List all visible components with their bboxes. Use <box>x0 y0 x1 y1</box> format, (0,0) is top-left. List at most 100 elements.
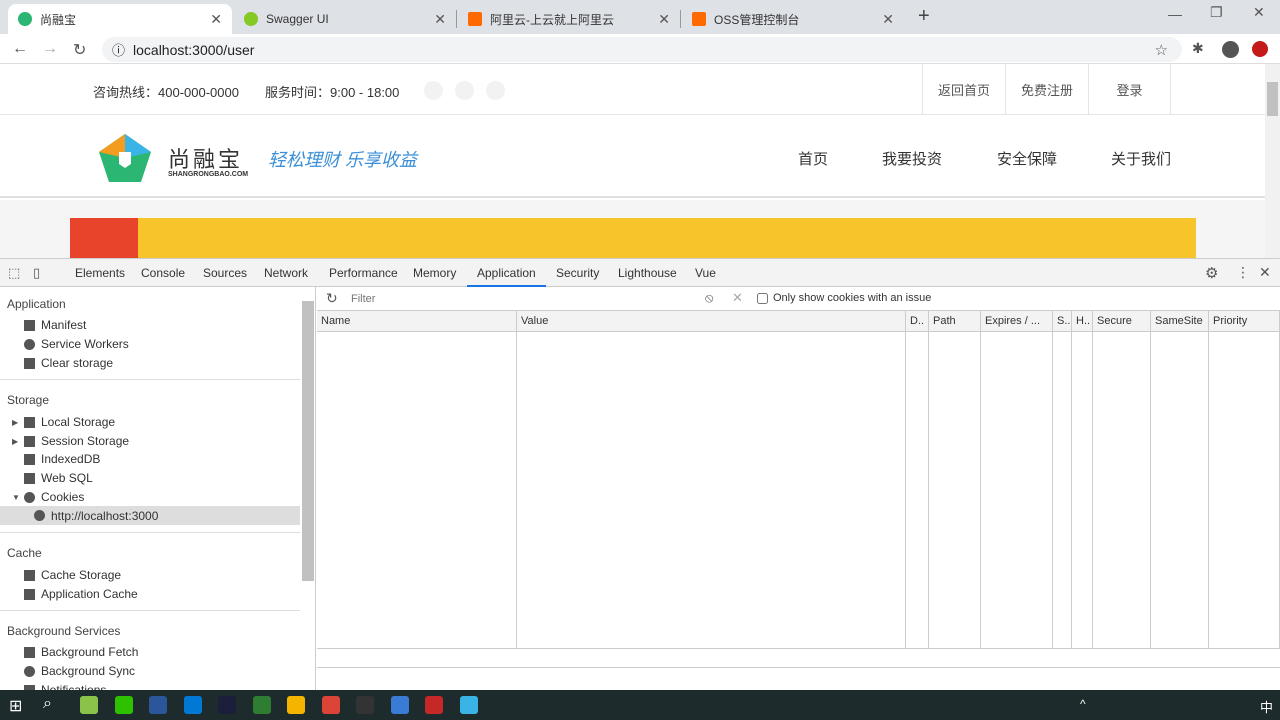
sidebar-item-background-fetch[interactable]: Background Fetch <box>24 643 138 661</box>
nav-about[interactable]: 关于我们 <box>1111 148 1171 169</box>
inspect-element-icon[interactable]: ⬚ <box>8 265 20 281</box>
expand-arrow-icon[interactable]: ▶ <box>12 437 18 446</box>
reload-icon[interactable]: ↻ <box>73 40 86 60</box>
collapse-arrow-icon[interactable]: ▼ <box>12 493 20 502</box>
taskbar-word-icon[interactable] <box>149 696 167 714</box>
column-header[interactable]: D.. <box>906 311 929 332</box>
close-window-button[interactable]: ✕ <box>1253 4 1265 21</box>
sidebar-item-cache-storage[interactable]: Cache Storage <box>24 566 121 584</box>
devtools-tab-sources[interactable]: Sources <box>203 259 247 287</box>
expand-arrow-icon[interactable]: ▶ <box>12 418 18 427</box>
nav-security[interactable]: 安全保障 <box>997 148 1057 169</box>
login-link[interactable]: 登录 <box>1088 64 1171 115</box>
taskbar-app-icon[interactable] <box>80 696 98 714</box>
sidebar-item-web-sql[interactable]: Web SQL <box>24 469 93 487</box>
tab-oss[interactable]: OSS管理控制台 ✕ <box>682 4 904 34</box>
qq-icon[interactable] <box>455 81 474 100</box>
tray-chevron-icon[interactable]: ^ <box>1080 697 1086 711</box>
taskbar-app-icon[interactable] <box>425 696 443 714</box>
promo-banner[interactable] <box>70 218 1196 258</box>
column-header[interactable]: Expires / ... <box>981 311 1053 332</box>
forward-icon[interactable]: → <box>42 40 58 58</box>
devtools-tab-console[interactable]: Console <box>141 259 185 287</box>
sidebar-item-clear-storage[interactable]: Clear storage <box>24 354 113 372</box>
settings-gear-icon[interactable]: ⚙ <box>1205 264 1218 282</box>
sidebar-item-background-sync[interactable]: Background Sync <box>24 662 135 680</box>
checkbox[interactable] <box>757 292 768 304</box>
column-header[interactable]: Path <box>929 311 981 332</box>
page-scrollbar[interactable] <box>1265 64 1280 258</box>
column-header[interactable]: Value <box>517 311 906 332</box>
column-header[interactable]: SameSite <box>1151 311 1209 332</box>
nav-home[interactable]: 首页 <box>798 148 828 169</box>
devtools-tab-performance[interactable]: Performance <box>329 259 398 287</box>
devtools-tab-network[interactable]: Network <box>264 259 308 287</box>
close-tab-icon[interactable]: ✕ <box>882 11 894 28</box>
sidebar-item-cookies[interactable]: ▼ Cookies <box>12 488 84 506</box>
filter-input[interactable] <box>347 290 689 308</box>
taskbar-terminal-icon[interactable] <box>356 696 374 714</box>
grid-icon <box>24 588 35 600</box>
devtools-tab-vue[interactable]: Vue <box>695 259 716 287</box>
cookies-view: ↻ ⦸ ✕ Only show cookies with an issue Na… <box>317 287 1280 691</box>
column-header[interactable]: Name <box>317 311 517 332</box>
nav-invest[interactable]: 我要投资 <box>882 148 942 169</box>
delete-selected-icon[interactable]: ✕ <box>732 290 743 306</box>
search-icon[interactable]: ⌕ <box>43 695 52 713</box>
column-header[interactable]: H.. <box>1072 311 1093 332</box>
new-tab-button[interactable]: + <box>918 5 930 28</box>
tab-shangrongbao[interactable]: 尚融宝 ✕ <box>8 4 232 34</box>
more-options-icon[interactable]: ⋮ <box>1236 264 1250 281</box>
close-tab-icon[interactable]: ✕ <box>210 11 222 28</box>
taskbar-wechat-icon[interactable] <box>114 696 133 714</box>
taskbar-intellij-icon[interactable] <box>218 696 236 714</box>
weibo-icon[interactable] <box>486 81 505 100</box>
device-toolbar-icon[interactable]: ▯ <box>33 265 40 281</box>
bookmark-star-icon[interactable]: ☆ <box>1155 41 1168 59</box>
devtools-tab-security[interactable]: Security <box>556 259 599 287</box>
taskbar-app-icon[interactable] <box>252 696 271 714</box>
register-link[interactable]: 免费注册 <box>1005 64 1088 115</box>
sidebar-item-indexeddb[interactable]: IndexedDB <box>24 450 100 468</box>
taskbar-file-explorer-icon[interactable] <box>287 696 305 714</box>
tab-swagger[interactable]: Swagger UI ✕ <box>234 4 456 34</box>
refresh-icon[interactable]: ↻ <box>326 290 338 307</box>
devtools-tab-application[interactable]: Application <box>467 259 546 287</box>
devtools-tab-memory[interactable]: Memory <box>413 259 456 287</box>
profile-avatar-icon[interactable] <box>1222 41 1239 58</box>
windows-start-icon[interactable]: ⊞ <box>9 696 22 716</box>
close-devtools-icon[interactable]: ✕ <box>1259 264 1271 281</box>
restore-button[interactable]: ❐ <box>1210 4 1223 21</box>
cookie-icon <box>24 491 35 503</box>
sidebar-scrollbar[interactable] <box>302 301 314 581</box>
url-input[interactable]: ⓘ localhost:3000/user ☆ <box>102 37 1182 62</box>
column-header[interactable]: Priority <box>1209 311 1280 332</box>
column-header[interactable]: S.. <box>1053 311 1072 332</box>
sidebar-item-local-storage[interactable]: ▶ Local Storage <box>12 413 115 431</box>
banner-yuan-badge <box>70 218 138 258</box>
only-issues-checkbox[interactable]: Only show cookies with an issue <box>757 292 931 304</box>
taskbar-app-icon[interactable] <box>459 696 478 714</box>
taskbar-vscode-icon[interactable] <box>183 696 202 714</box>
close-tab-icon[interactable]: ✕ <box>434 11 446 28</box>
taskbar-chrome-icon[interactable] <box>321 696 340 714</box>
taskbar-app-icon[interactable] <box>390 696 409 714</box>
tab-aliyun[interactable]: 阿里云-上云就上阿里云 ✕ <box>458 4 680 34</box>
devtools-tab-elements[interactable]: Elements <box>75 259 125 287</box>
sidebar-item-session-storage[interactable]: ▶ Session Storage <box>12 432 129 450</box>
extensions-icon[interactable]: ✱ <box>1192 40 1204 57</box>
sidebar-item-cookie-localhost[interactable]: http://localhost:3000 <box>0 506 300 525</box>
ime-indicator[interactable]: 中 <box>1260 697 1273 716</box>
devtools-tab-lighthouse[interactable]: Lighthouse <box>618 259 677 287</box>
clear-all-icon[interactable]: ⦸ <box>705 290 713 306</box>
close-tab-icon[interactable]: ✕ <box>658 11 670 28</box>
column-header[interactable]: Secure <box>1093 311 1151 332</box>
sidebar-item-manifest[interactable]: Manifest <box>24 316 86 334</box>
sidebar-item-application-cache[interactable]: Application Cache <box>24 585 138 603</box>
back-icon[interactable]: ← <box>12 40 28 58</box>
extension-red-icon[interactable] <box>1252 41 1268 57</box>
home-link[interactable]: 返回首页 <box>922 64 1005 115</box>
wechat-icon[interactable] <box>424 81 443 100</box>
minimize-button[interactable]: — <box>1168 6 1182 22</box>
sidebar-item-service-workers[interactable]: Service Workers <box>24 335 129 353</box>
